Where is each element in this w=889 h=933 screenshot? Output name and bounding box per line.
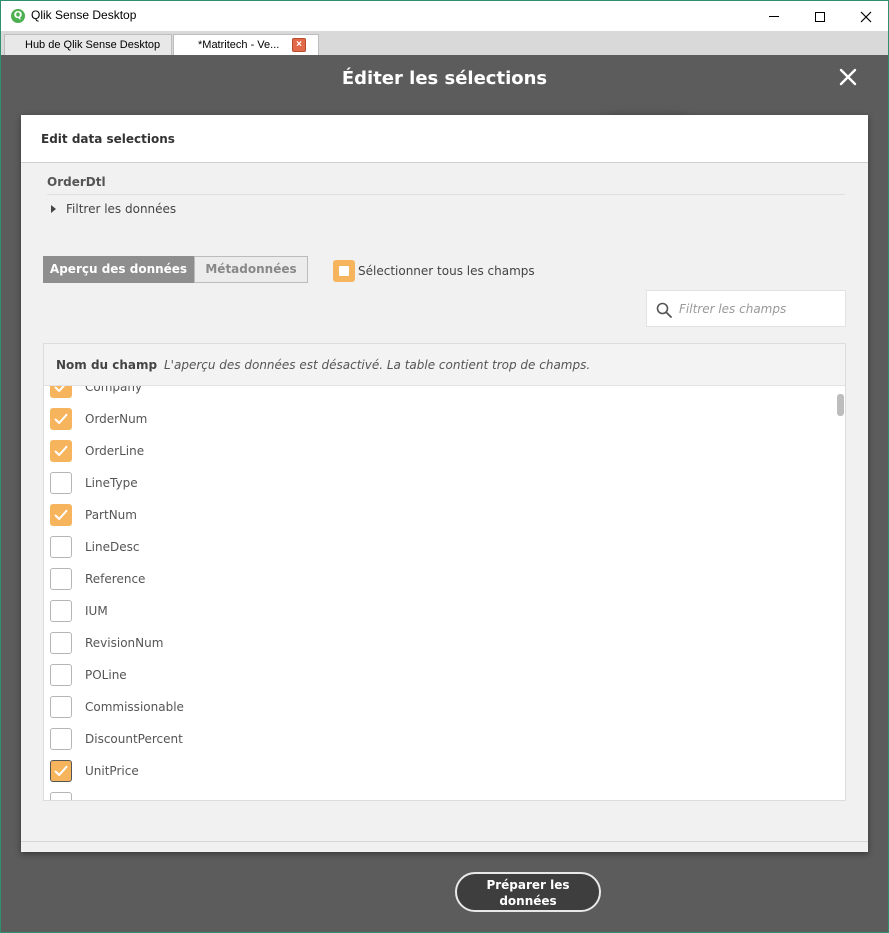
preview-disabled-notice: L'aperçu des données est désactivé. La t…: [164, 358, 591, 372]
field-name: OrderNum: [85, 412, 148, 426]
field-list: Company OrderNum OrderLine LineType PartNum L…: [44, 386, 845, 800]
field-row[interactable]: LineType: [50, 472, 138, 494]
field-row-partial[interactable]: [50, 792, 72, 800]
field-name: LineDesc: [85, 540, 140, 554]
data-preview-tab[interactable]: Aperçu des données: [43, 256, 194, 283]
search-icon: [656, 302, 672, 318]
maximize-button[interactable]: [797, 1, 843, 32]
tab-matritech-label: *Matritech - Ve...: [198, 39, 280, 51]
field-name: DiscountPercent: [85, 732, 183, 746]
table-name: OrderDtl: [47, 175, 106, 189]
field-row[interactable]: OrderLine: [50, 440, 144, 462]
tab-close-icon[interactable]: ×: [292, 38, 306, 52]
field-list-header: Nom du champ L'aperçu des données est dé…: [44, 344, 845, 386]
field-checkbox[interactable]: [50, 472, 72, 494]
field-checkbox[interactable]: [50, 600, 72, 622]
field-checkbox[interactable]: [50, 632, 72, 654]
field-checkbox[interactable]: [50, 568, 72, 590]
maximize-icon: [815, 11, 825, 22]
field-name: Reference: [85, 572, 146, 586]
modal-close-icon[interactable]: [836, 68, 860, 92]
window-close-button[interactable]: [843, 1, 889, 32]
field-name: IUM: [85, 604, 108, 618]
metadata-tab[interactable]: Métadonnées: [194, 256, 308, 283]
minimize-button[interactable]: [751, 1, 797, 32]
field-row[interactable]: Commissionable: [50, 696, 184, 718]
window-titlebar: Q Qlik Sense Desktop: [0, 0, 889, 31]
tab-hub[interactable]: Hub de Qlik Sense Desktop: [4, 34, 172, 55]
checkmark-icon: [54, 445, 68, 456]
checkmark-icon: [54, 386, 65, 392]
dialog-header: Edit data selections: [21, 115, 868, 163]
field-checkbox[interactable]: [50, 760, 72, 782]
field-checkbox[interactable]: [50, 728, 72, 750]
field-checkbox[interactable]: [50, 440, 72, 462]
field-checkbox[interactable]: [50, 792, 72, 800]
field-checkbox[interactable]: [50, 386, 72, 398]
checkmark-icon: [54, 509, 68, 520]
checkmark-icon: [54, 413, 68, 424]
field-name-column-header: Nom du champ: [56, 358, 158, 372]
tab-bar: Hub de Qlik Sense Desktop *Matritech - V…: [0, 31, 889, 55]
modal-title: Éditer les sélections: [341, 68, 548, 89]
field-checkbox[interactable]: [50, 664, 72, 686]
field-list-scrollbar[interactable]: [837, 394, 844, 416]
field-row[interactable]: Reference: [50, 568, 145, 590]
minimize-icon: [769, 16, 779, 17]
field-name: PartNum: [85, 508, 137, 522]
close-icon: [860, 11, 872, 22]
field-row[interactable]: PartNum: [50, 504, 137, 526]
field-row[interactable]: Company: [50, 386, 142, 398]
field-checkbox[interactable]: [50, 536, 72, 558]
field-checkbox[interactable]: [50, 408, 72, 430]
field-list-panel: Nom du champ L'aperçu des données est dé…: [43, 343, 846, 801]
field-name: UnitPrice: [85, 764, 139, 778]
field-checkbox[interactable]: [50, 696, 72, 718]
field-row[interactable]: UnitPrice: [50, 760, 139, 782]
dialog-footer-divider: [21, 841, 868, 842]
field-search-input[interactable]: [679, 299, 839, 319]
field-row[interactable]: LineDesc: [50, 536, 139, 558]
field-name: Company: [85, 386, 143, 394]
divider: [47, 194, 845, 195]
field-checkbox[interactable]: [50, 504, 72, 526]
field-row[interactable]: POLine: [50, 664, 127, 686]
select-all-checkbox[interactable]: [333, 260, 355, 282]
field-name: LineType: [85, 476, 138, 490]
tab-matritech[interactable]: *Matritech - Ve... ×: [173, 34, 319, 55]
dialog-header-title: Edit data selections: [41, 132, 175, 146]
field-name: POLine: [85, 668, 127, 682]
select-all-label: Sélectionner tous les champs: [358, 264, 535, 278]
filter-data-toggle[interactable]: Filtrer les données: [51, 202, 176, 216]
field-row[interactable]: IUM: [50, 600, 108, 622]
field-search-box: [646, 290, 846, 327]
checkmark-icon: [54, 765, 68, 776]
field-name: OrderLine: [85, 444, 145, 458]
qlik-app-icon: Q: [11, 9, 25, 23]
partial-check-icon: [339, 266, 349, 276]
select-all-fields[interactable]: Sélectionner tous les champs: [333, 260, 535, 282]
field-row[interactable]: RevisionNum: [50, 632, 163, 654]
view-segmented-control: Aperçu des données Métadonnées: [43, 256, 308, 283]
field-name: Commissionable: [85, 700, 184, 714]
caret-right-icon: [51, 205, 56, 213]
field-row[interactable]: OrderNum: [50, 408, 147, 430]
field-name: RevisionNum: [85, 636, 164, 650]
filter-data-label: Filtrer les données: [66, 202, 177, 216]
edit-selections-dialog: Edit data selections OrderDtl Filtrer le…: [21, 115, 868, 852]
field-row[interactable]: DiscountPercent: [50, 728, 183, 750]
prepare-data-button[interactable]: Préparer les données: [455, 872, 601, 912]
window-title: Qlik Sense Desktop: [31, 8, 137, 22]
